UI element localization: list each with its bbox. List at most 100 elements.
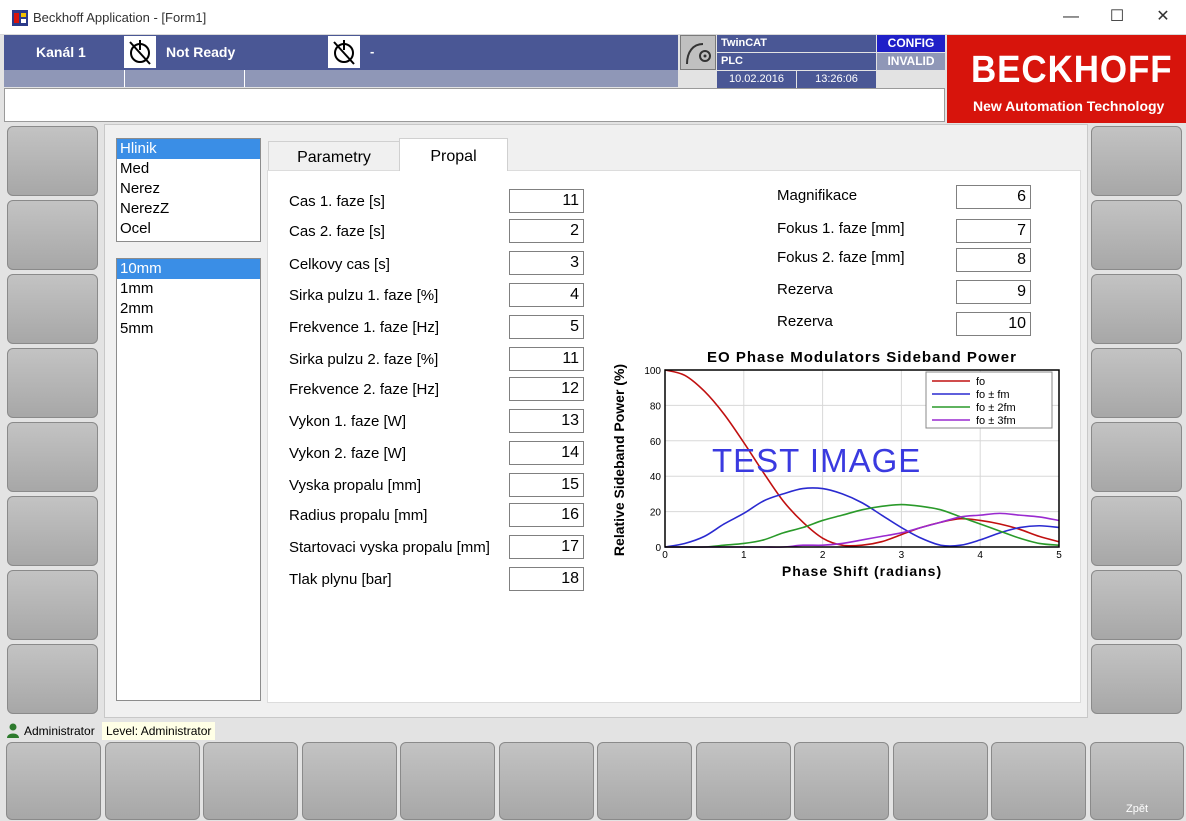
chart-x-tick: 3	[899, 550, 905, 561]
chart-legend: fofo ± fmfo ± 2fmfo ± 3fm	[925, 371, 1053, 429]
left-softkey-3[interactable]	[7, 274, 98, 344]
minimize-button[interactable]: —	[1048, 0, 1094, 34]
chart-series-line	[665, 503, 1060, 548]
logo-name: BECKHOFF	[971, 49, 1173, 91]
back-button[interactable]: Zpět	[1090, 742, 1184, 820]
param-field[interactable]: 6	[956, 185, 1031, 209]
chart-x-tick: 0	[662, 550, 668, 561]
param-field[interactable]: 14	[509, 441, 584, 465]
thickness-list[interactable]: 10mm 1mm 2mm 5mm	[116, 258, 261, 701]
chart-legend-label: fo ± 3fm	[976, 415, 1016, 427]
right-softkey-4[interactable]	[1091, 348, 1182, 418]
list-item[interactable]: Ocel	[117, 219, 260, 239]
right-softkey-3[interactable]	[1091, 274, 1182, 344]
chart-y-tick: 100	[644, 366, 661, 377]
left-softkey-5[interactable]	[7, 422, 98, 492]
param-label: Cas 1. faze [s]	[289, 193, 385, 210]
maximize-button[interactable]: ☐	[1094, 0, 1140, 34]
left-softkey-7[interactable]	[7, 570, 98, 640]
state-text: Not Ready	[166, 44, 236, 60]
chart-y-tick: 20	[650, 508, 662, 519]
param-field[interactable]: 18	[509, 567, 584, 591]
param-label: Fokus 1. faze [mm]	[777, 220, 905, 237]
param-label: Frekvence 1. faze [Hz]	[289, 319, 440, 336]
tab-propal[interactable]: Propal	[399, 138, 508, 171]
right-softkey-8[interactable]	[1091, 644, 1182, 714]
chart-x-tick: 4	[977, 550, 983, 561]
param-field[interactable]: 3	[509, 251, 584, 275]
bottom-softkey-10[interactable]	[893, 742, 988, 820]
param-field[interactable]: 7	[956, 219, 1031, 243]
param-field[interactable]: 11	[509, 347, 584, 371]
list-item[interactable]: 1mm	[117, 279, 260, 299]
list-item[interactable]: 2mm	[117, 299, 260, 319]
bottom-softkey-1[interactable]	[6, 742, 101, 820]
left-softkey-4[interactable]	[7, 348, 98, 418]
right-softkey-5[interactable]	[1091, 422, 1182, 492]
date-label: 10.02.2016	[717, 71, 796, 88]
left-softkey-8[interactable]	[7, 644, 98, 714]
param-field[interactable]: 8	[956, 248, 1031, 272]
status-subcell	[4, 70, 125, 87]
list-item[interactable]: Nerez	[117, 179, 260, 199]
close-button[interactable]: ✕	[1140, 0, 1186, 34]
list-item[interactable]: NerezZ	[117, 199, 260, 219]
list-item[interactable]: 5mm	[117, 319, 260, 339]
bottom-softkey-5[interactable]	[400, 742, 495, 820]
plc-label: PLC	[717, 53, 876, 70]
param-field[interactable]: 15	[509, 473, 584, 497]
bottom-softkey-11[interactable]	[991, 742, 1086, 820]
bottom-softkey-6[interactable]	[499, 742, 594, 820]
chart-series-line	[664, 487, 1060, 548]
chart-x-tick: 2	[820, 550, 826, 561]
chart-x-tick: 5	[1056, 550, 1062, 561]
param-field[interactable]: 17	[509, 535, 584, 559]
param-field[interactable]: 11	[509, 189, 584, 213]
right-softkey-6[interactable]	[1091, 496, 1182, 566]
bottom-softkey-8[interactable]	[696, 742, 791, 820]
message-bar	[4, 88, 945, 122]
left-softkey-6[interactable]	[7, 496, 98, 566]
time-label: 13:26:06	[797, 71, 876, 88]
right-softkey-2[interactable]	[1091, 200, 1182, 270]
status-subcell	[124, 70, 245, 87]
bottom-softkey-3[interactable]	[203, 742, 298, 820]
param-field[interactable]: 2	[509, 219, 584, 243]
param-field[interactable]: 9	[956, 280, 1031, 304]
param-field[interactable]: 5	[509, 315, 584, 339]
left-softkey-1[interactable]	[7, 126, 98, 196]
bottom-softkey-4[interactable]	[302, 742, 397, 820]
app-icon	[12, 10, 28, 26]
chart-y-tick: 80	[650, 401, 662, 412]
chart-overlay-text: TEST IMAGE	[712, 442, 921, 479]
right-softkey-7[interactable]	[1091, 570, 1182, 640]
user-level: Level: Administrator	[102, 722, 216, 740]
param-field[interactable]: 4	[509, 283, 584, 307]
param-label: Vyska propalu [mm]	[289, 477, 421, 494]
bottom-softkey-7[interactable]	[597, 742, 692, 820]
chart-x-tick: 1	[741, 550, 747, 561]
chart-xlabel: Phase Shift (radians)	[782, 563, 942, 579]
bottom-softkey-9[interactable]	[794, 742, 889, 820]
chart-y-tick: 60	[650, 437, 662, 448]
material-list[interactable]: Hlinik Med Nerez NerezZ Ocel	[116, 138, 261, 242]
list-item[interactable]: Hlinik	[117, 139, 260, 159]
right-softkey-1[interactable]	[1091, 126, 1182, 196]
state2-text: -	[370, 44, 375, 59]
invalid-badge: INVALID	[877, 53, 945, 70]
left-softkey-2[interactable]	[7, 200, 98, 270]
param-label: Celkovy cas [s]	[289, 256, 390, 273]
param-label: Tlak plynu [bar]	[289, 571, 392, 588]
chart-legend-label: fo ± 2fm	[976, 402, 1016, 414]
param-field[interactable]: 10	[956, 312, 1031, 336]
tab-parametry[interactable]: Parametry	[268, 141, 400, 171]
bottom-softkey-2[interactable]	[105, 742, 200, 820]
param-field[interactable]: 13	[509, 409, 584, 433]
logo-tagline: New Automation Technology	[973, 98, 1165, 114]
list-item[interactable]: 10mm	[117, 259, 260, 279]
param-field[interactable]: 16	[509, 503, 584, 527]
list-item[interactable]: Med	[117, 159, 260, 179]
param-label: Frekvence 2. faze [Hz]	[289, 381, 440, 398]
param-field[interactable]: 12	[509, 377, 584, 401]
param-label: Vykon 1. faze [W]	[289, 413, 406, 430]
